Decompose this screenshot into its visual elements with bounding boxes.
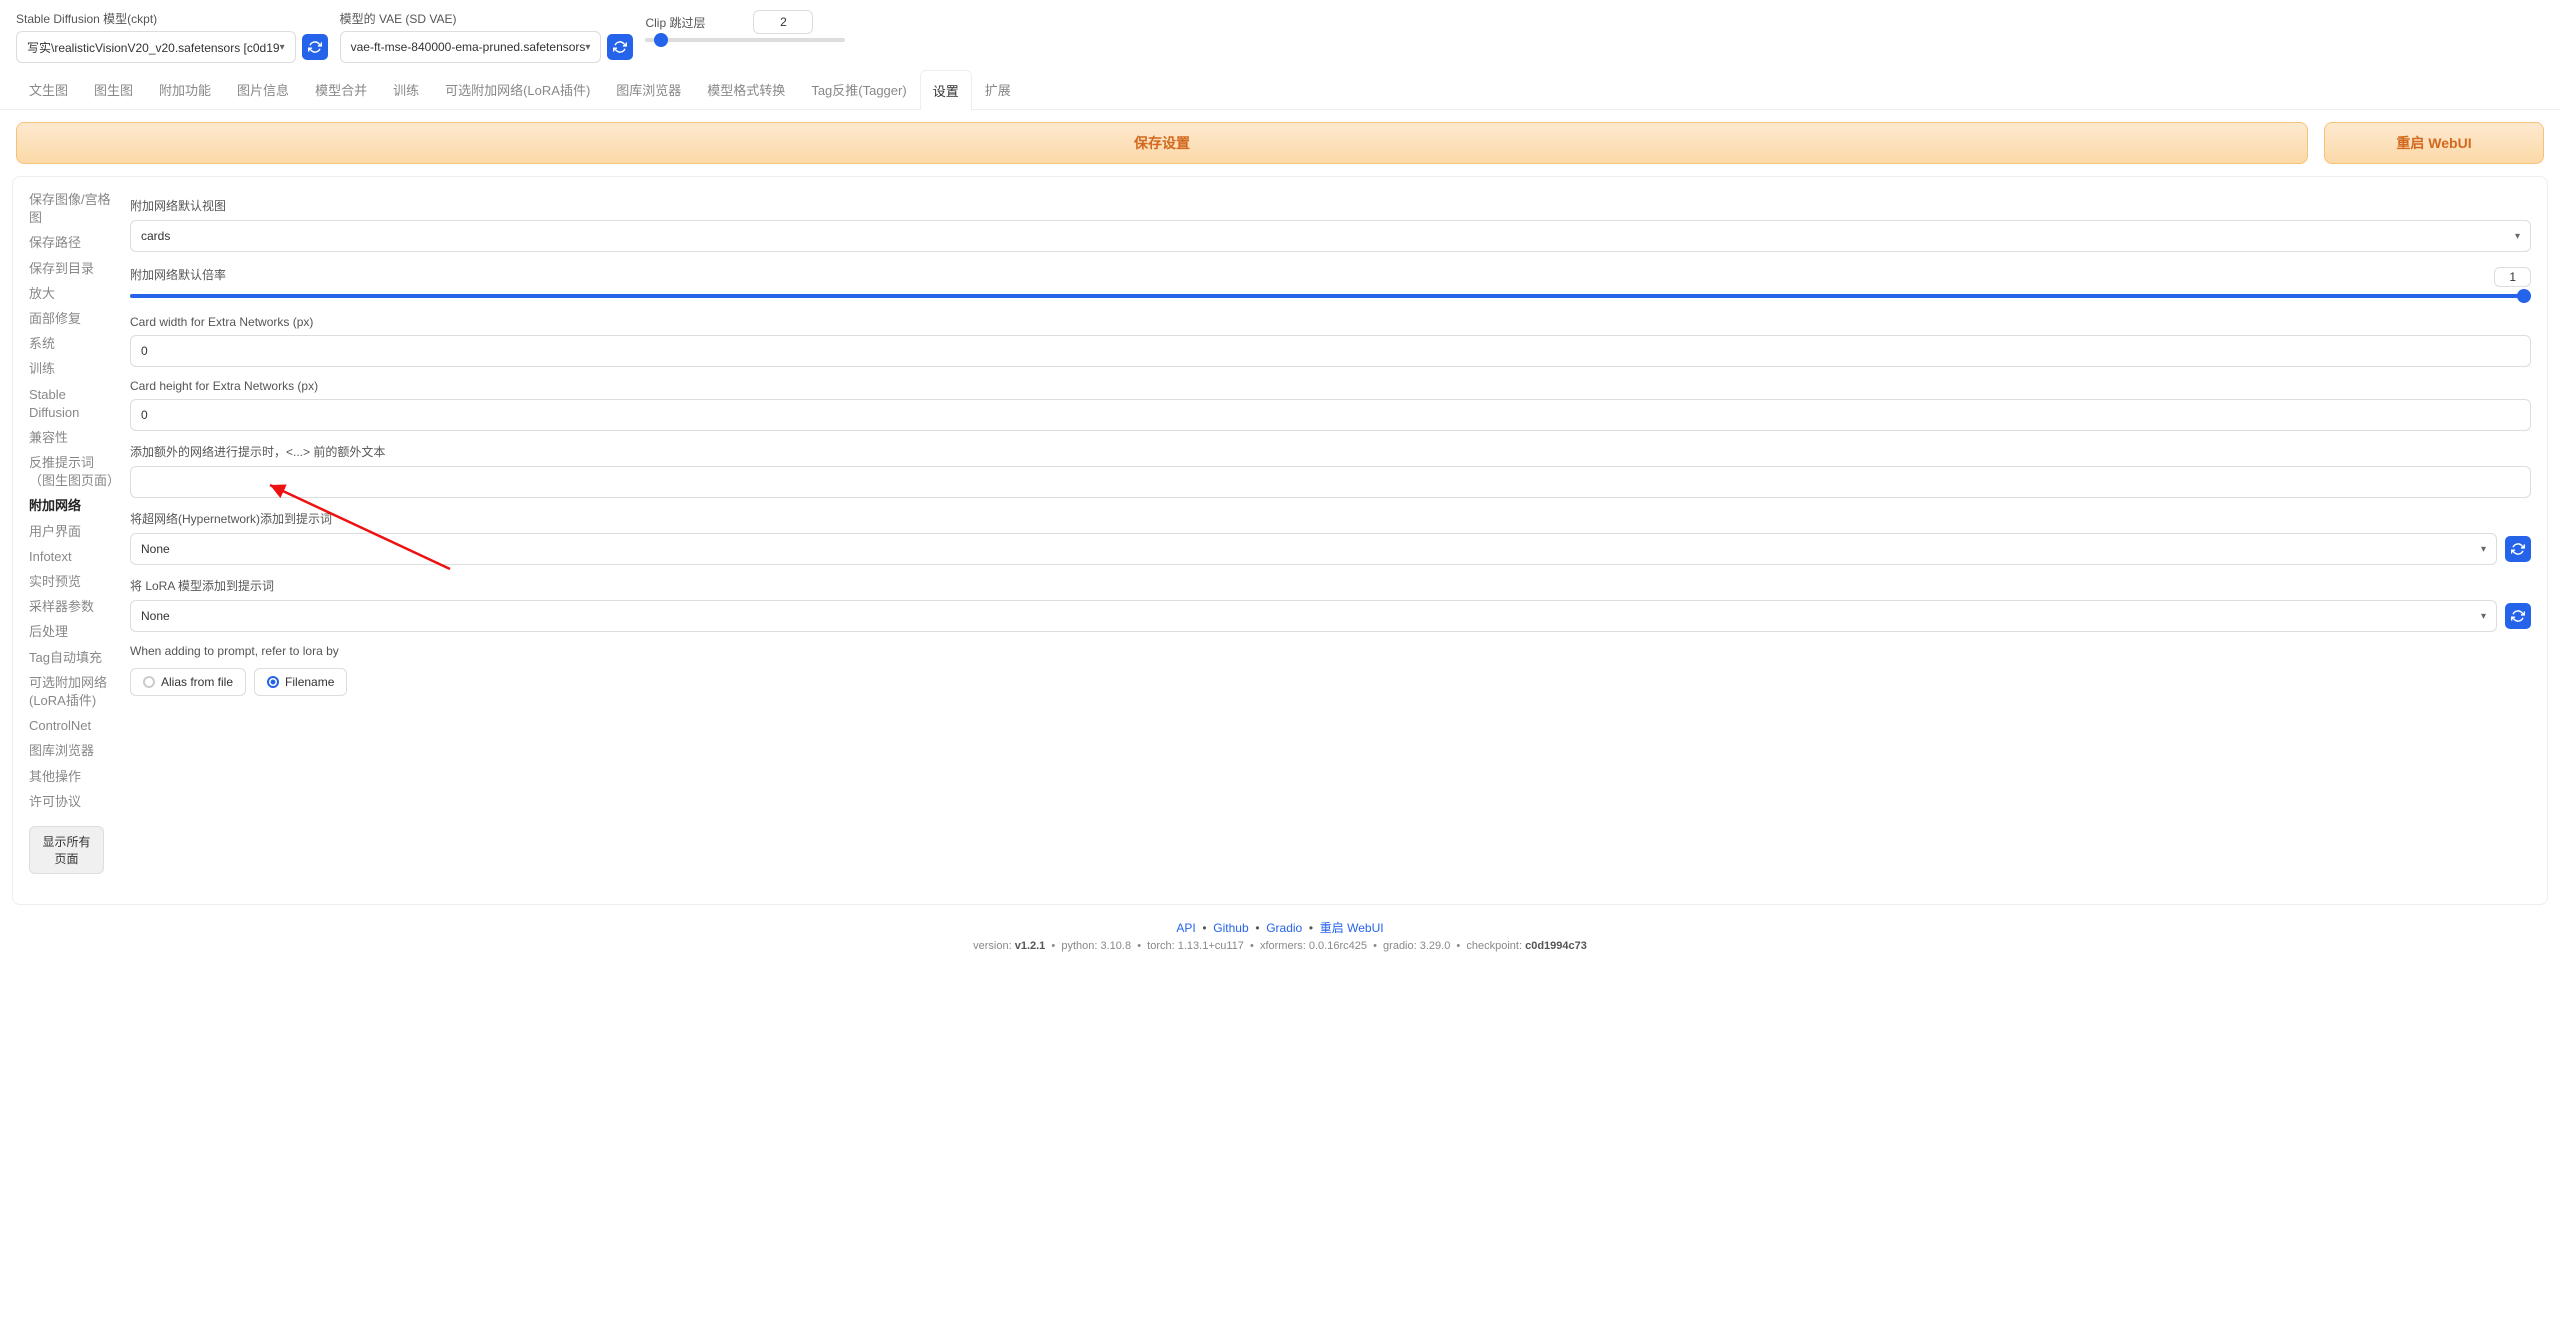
radio-alias-label: Alias from file: [161, 675, 233, 689]
sidebar-item-15[interactable]: 后处理: [29, 623, 114, 641]
sidebar-item-7[interactable]: Stable Diffusion: [29, 386, 114, 422]
tab-10[interactable]: 设置: [920, 70, 972, 110]
clip-value[interactable]: 2: [753, 10, 813, 34]
radio-filename[interactable]: Filename: [254, 668, 347, 696]
tab-7[interactable]: 图库浏览器: [603, 69, 694, 109]
clip-slider[interactable]: [645, 38, 845, 42]
vae-select-value: vae-ft-mse-840000-ema-pruned.safetensors: [351, 40, 586, 54]
tab-0[interactable]: 文生图: [16, 69, 81, 109]
lora-refresh-button[interactable]: [2505, 603, 2531, 629]
sidebar-item-9[interactable]: 反推提示词（图生图页面）: [29, 454, 114, 490]
refresh-icon: [2511, 609, 2525, 623]
sidebar-item-11[interactable]: 用户界面: [29, 523, 114, 541]
multiplier-slider[interactable]: 1: [130, 289, 2531, 303]
chevron-down-icon: ▾: [2481, 544, 2486, 555]
chevron-down-icon: ▾: [585, 42, 590, 53]
footer-link[interactable]: Gradio: [1266, 921, 1302, 935]
vae-select[interactable]: vae-ft-mse-840000-ema-pruned.safetensors…: [340, 31, 602, 63]
refresh-icon: [613, 40, 627, 54]
chevron-down-icon: ▾: [2515, 231, 2520, 242]
radio-icon: [267, 676, 279, 688]
settings-sidebar: 保存图像/宫格图保存路径保存到目录放大面部修复系统训练 Stable Diffus…: [29, 177, 114, 888]
extra-text-input[interactable]: [130, 466, 2531, 498]
sidebar-item-0[interactable]: 保存图像/宫格图: [29, 191, 114, 227]
sidebar-item-3[interactable]: 放大: [29, 285, 114, 303]
sidebar-item-17[interactable]: 可选附加网络(LoRA插件): [29, 674, 114, 710]
main-tabs: 文生图图生图附加功能图片信息模型合并训练可选附加网络(LoRA插件)图库浏览器模…: [0, 69, 2560, 110]
radio-filename-label: Filename: [285, 675, 334, 689]
sidebar-item-1[interactable]: 保存路径: [29, 234, 114, 252]
lora-label: 将 LoRA 模型添加到提示词: [130, 577, 2531, 594]
tab-9[interactable]: Tag反推(Tagger): [798, 69, 919, 109]
multiplier-value[interactable]: 1: [2494, 267, 2531, 287]
hypernet-value: None: [141, 542, 170, 556]
sidebar-item-21[interactable]: 许可协议: [29, 793, 114, 811]
footer-link[interactable]: API: [1176, 921, 1195, 935]
sidebar-item-12[interactable]: Infotext: [29, 548, 114, 566]
card-height-input[interactable]: 0: [130, 399, 2531, 431]
card-width-label: Card width for Extra Networks (px): [130, 315, 2531, 329]
sidebar-item-5[interactable]: 系统: [29, 335, 114, 353]
sidebar-item-10[interactable]: 附加网络: [29, 497, 114, 515]
tab-2[interactable]: 附加功能: [146, 69, 224, 109]
show-all-pages-button[interactable]: 显示所有页面: [29, 826, 104, 874]
sidebar-item-14[interactable]: 采样器参数: [29, 598, 114, 616]
tab-8[interactable]: 模型格式转换: [694, 69, 798, 109]
sidebar-item-18[interactable]: ControlNet: [29, 717, 114, 735]
sidebar-item-16[interactable]: Tag自动填充: [29, 649, 114, 667]
chevron-down-icon: ▾: [2481, 611, 2486, 622]
save-settings-button[interactable]: 保存设置: [16, 122, 2308, 164]
radio-icon: [143, 676, 155, 688]
tab-4[interactable]: 模型合并: [302, 69, 380, 109]
multiplier-label: 附加网络默认倍率: [130, 266, 2531, 283]
vae-refresh-button[interactable]: [607, 34, 633, 60]
card-width-input[interactable]: 0: [130, 335, 2531, 367]
sidebar-item-2[interactable]: 保存到目录: [29, 260, 114, 278]
model-select[interactable]: 写实\realisticVisionV20_v20.safetensors [c…: [16, 31, 296, 63]
hypernet-label: 将超网络(Hypernetwork)添加到提示词: [130, 510, 2531, 527]
slider-thumb[interactable]: [2517, 289, 2531, 303]
sidebar-item-8[interactable]: 兼容性: [29, 429, 114, 447]
radio-alias-from-file[interactable]: Alias from file: [130, 668, 246, 696]
model-select-value: 写实\realisticVisionV20_v20.safetensors [c…: [27, 39, 280, 56]
tab-1[interactable]: 图生图: [81, 69, 146, 109]
sidebar-item-4[interactable]: 面部修复: [29, 310, 114, 328]
refresh-icon: [2511, 542, 2525, 556]
default-view-value: cards: [141, 229, 170, 243]
tab-11[interactable]: 扩展: [972, 69, 1024, 109]
hypernet-refresh-button[interactable]: [2505, 536, 2531, 562]
clip-label: Clip 跳过层: [645, 14, 705, 31]
model-refresh-button[interactable]: [302, 34, 328, 60]
footer-link[interactable]: 重启 WebUI: [1320, 921, 1384, 935]
default-view-label: 附加网络默认视图: [130, 197, 2531, 214]
extra-text-label: 添加额外的网络进行提示时，<...> 前的额外文本: [130, 443, 2531, 460]
tab-5[interactable]: 训练: [380, 69, 432, 109]
model-label: Stable Diffusion 模型(ckpt): [16, 10, 328, 27]
sidebar-item-19[interactable]: 图库浏览器: [29, 742, 114, 760]
footer-link[interactable]: Github: [1213, 921, 1248, 935]
restart-webui-button[interactable]: 重启 WebUI: [2324, 122, 2544, 164]
refresh-icon: [308, 40, 322, 54]
sidebar-item-6[interactable]: 训练: [29, 360, 114, 378]
chevron-down-icon: ▾: [280, 42, 285, 53]
refer-lora-label: When adding to prompt, refer to lora by: [130, 644, 2531, 658]
footer: API • Github • Gradio • 重启 WebUI version…: [0, 905, 2560, 982]
tab-6[interactable]: 可选附加网络(LoRA插件): [432, 69, 603, 109]
lora-value: None: [141, 609, 170, 623]
vae-label: 模型的 VAE (SD VAE): [340, 10, 634, 27]
hypernet-select[interactable]: None ▾: [130, 533, 2497, 565]
default-view-select[interactable]: cards ▾: [130, 220, 2531, 252]
sidebar-item-20[interactable]: 其他操作: [29, 768, 114, 786]
slider-thumb[interactable]: [654, 33, 668, 47]
lora-select[interactable]: None ▾: [130, 600, 2497, 632]
card-height-label: Card height for Extra Networks (px): [130, 379, 2531, 393]
tab-3[interactable]: 图片信息: [224, 69, 302, 109]
sidebar-item-13[interactable]: 实时预览: [29, 573, 114, 591]
